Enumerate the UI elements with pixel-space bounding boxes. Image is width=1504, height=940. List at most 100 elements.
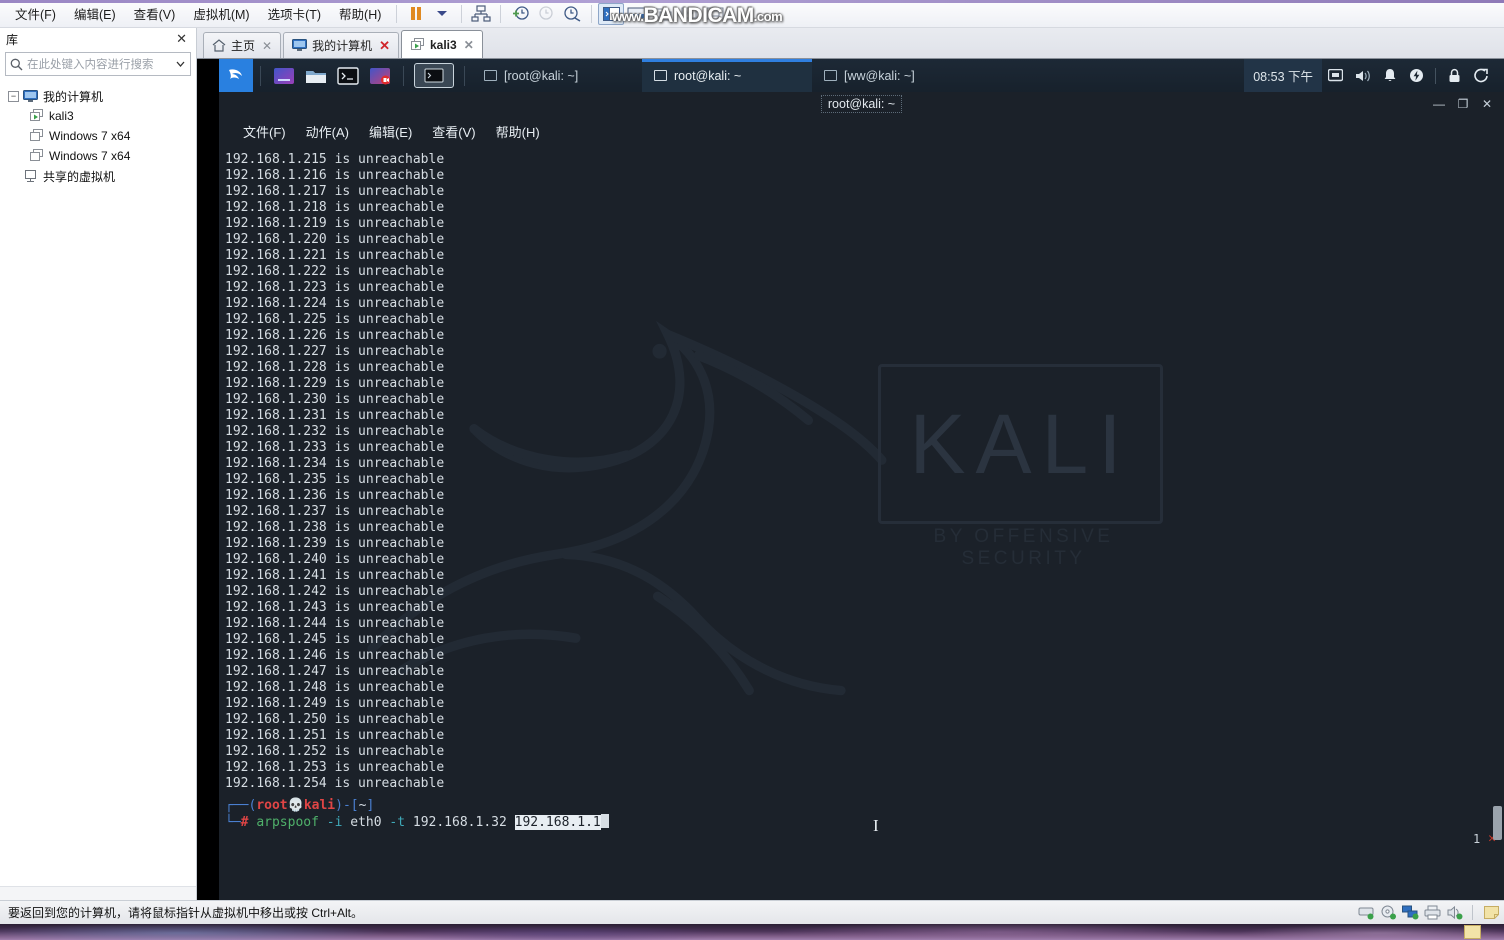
menu-help[interactable]: 帮助(H) xyxy=(330,0,390,27)
vm-display[interactable]: [root@kali: ~] root@kali: ~ [ww@kali: ~]… xyxy=(197,59,1504,900)
content-area: 主页 ✕ 我的计算机 ✕ kali3 ✕ [root@kali: ~] root… xyxy=(197,28,1504,900)
taskbar-label: [ww@kali: ~] xyxy=(844,68,915,83)
network-icon[interactable] xyxy=(1401,905,1419,921)
terminal-scrollbar[interactable] xyxy=(1493,186,1502,844)
terminal-menu-actions[interactable]: 动作(A) xyxy=(296,119,359,144)
show-library-panel-icon[interactable] xyxy=(598,2,625,25)
menu-edit[interactable]: 编辑(E) xyxy=(65,0,125,27)
window-icon xyxy=(484,70,497,81)
vm-running-icon xyxy=(30,109,43,121)
tab-home[interactable]: 主页 ✕ xyxy=(203,32,282,58)
display-icon[interactable] xyxy=(1322,59,1349,92)
power-update-icon[interactable] xyxy=(1403,59,1430,92)
terminal-titlebar[interactable]: root@kali: ~ — ❐ ✕ xyxy=(219,92,1504,116)
tree-label: 我的计算机 xyxy=(43,89,104,104)
kali-menu-icon[interactable] xyxy=(219,59,253,92)
terminal-output-line: 192.168.1.220 is unreachable xyxy=(225,232,445,247)
terminal-output-line: 192.168.1.221 is unreachable xyxy=(225,248,445,263)
notification-bell-icon[interactable] xyxy=(1376,59,1403,92)
selected-argument[interactable]: 192.168.1.1 xyxy=(514,815,601,830)
interface-value: eth0 xyxy=(350,815,382,830)
unity-mode-icon[interactable] xyxy=(650,3,676,25)
snapshot-manager-icon[interactable] xyxy=(468,3,494,25)
fullscreen-icon[interactable] xyxy=(624,3,650,25)
toolbar-separator xyxy=(396,4,398,23)
tree-item-windows7-b[interactable]: Windows 7 x64 xyxy=(0,146,196,166)
manage-snapshots-icon[interactable] xyxy=(559,3,585,25)
menu-vm[interactable]: 虚拟机(M) xyxy=(184,0,258,27)
terminal-output-line: 192.168.1.251 is unreachable xyxy=(225,728,445,743)
logout-icon[interactable] xyxy=(1468,59,1495,92)
terminal-output-line: 192.168.1.252 is unreachable xyxy=(225,744,445,759)
taskbar-item-root-kali-2[interactable]: root@kali: ~ xyxy=(642,59,812,92)
menu-view[interactable]: 查看(V) xyxy=(125,0,185,27)
tab-label: 主页 xyxy=(231,39,256,53)
multi-monitor-icon[interactable] xyxy=(702,3,728,25)
close-icon[interactable]: ✕ xyxy=(173,31,190,47)
close-icon[interactable]: ✕ xyxy=(260,39,272,53)
skull-icon: 💀 xyxy=(287,798,304,813)
terminal-menu-edit[interactable]: 编辑(E) xyxy=(359,119,422,144)
expander-icon[interactable]: − xyxy=(8,90,19,102)
desktop-note-icon xyxy=(1464,925,1481,939)
terminal-screen[interactable]: KALI BY OFFENSIVE SECURITY 192.168.1.215… xyxy=(219,146,1504,900)
application-menubar: 文件(F) 编辑(E) 查看(V) 虚拟机(M) 选项卡(T) 帮助(H) ww… xyxy=(0,0,1504,28)
tab-kali3[interactable]: kali3 ✕ xyxy=(401,30,483,58)
terminal-output-line: 192.168.1.241 is unreachable xyxy=(225,568,445,583)
tab-my-computer[interactable]: 我的计算机 ✕ xyxy=(283,32,399,58)
tree-item-windows7-a[interactable]: Windows 7 x64 xyxy=(0,126,196,146)
sound-icon[interactable] xyxy=(1445,905,1463,921)
vmware-workstation-window: 文件(F) 编辑(E) 查看(V) 虚拟机(M) 选项卡(T) 帮助(H) ww… xyxy=(0,0,1504,924)
terminal-output-line: 192.168.1.248 is unreachable xyxy=(225,680,445,695)
terminal-menu-view[interactable]: 查看(V) xyxy=(422,119,485,144)
minimize-icon[interactable]: — xyxy=(1428,94,1450,114)
close-icon[interactable]: ✕ xyxy=(1476,94,1498,114)
close-icon[interactable]: ✕ xyxy=(377,38,390,54)
prompt-hash: # xyxy=(240,815,249,830)
search-input[interactable]: 在此处键入内容进行搜索 xyxy=(23,56,175,72)
vm-letterbox-gutter xyxy=(197,59,219,900)
vmware-statusbar: 要返回到您的计算机，请将鼠标指针从虚拟机中移出或按 Ctrl+Alt。 xyxy=(0,900,1504,924)
lock-icon[interactable] xyxy=(1441,59,1468,92)
maximize-icon[interactable]: ❐ xyxy=(1452,94,1474,114)
cdrom-icon[interactable] xyxy=(1379,905,1397,921)
menu-file[interactable]: 文件(F) xyxy=(6,0,65,27)
mouse-ibeam-cursor: I xyxy=(873,816,879,835)
command-name: arpspoof xyxy=(256,815,319,830)
chevron-down-icon[interactable] xyxy=(175,60,186,68)
terminal-icon[interactable] xyxy=(335,65,361,87)
menu-tabs[interactable]: 选项卡(T) xyxy=(259,0,330,27)
volume-icon[interactable] xyxy=(1349,59,1376,92)
taskbar-item-ww-kali[interactable]: [ww@kali: ~] xyxy=(812,59,982,92)
shared-vm-icon xyxy=(25,170,36,182)
pause-icon[interactable] xyxy=(403,3,429,25)
taskbar-item-root-kali-1[interactable]: [root@kali: ~] xyxy=(472,59,642,92)
sticky-note-icon[interactable] xyxy=(1482,905,1500,921)
chevron-down-icon[interactable] xyxy=(429,3,455,25)
close-icon[interactable]: ✕ xyxy=(462,38,474,52)
files-blue-icon[interactable] xyxy=(271,65,297,87)
library-sidebar: 库 ✕ 在此处键入内容进行搜索 − 我的计算机 kali3 Windows 7 … xyxy=(0,28,197,900)
tree-item-my-computer[interactable]: − 我的计算机 xyxy=(0,86,196,106)
terminal-menubar: 文件(F) 动作(A) 编辑(E) 查看(V) 帮助(H) xyxy=(219,116,1504,146)
terminal-window-icon[interactable] xyxy=(414,63,454,88)
terminal-output-line: 192.168.1.229 is unreachable xyxy=(225,376,445,391)
screen-record-icon[interactable] xyxy=(367,65,393,87)
harddisk-icon[interactable] xyxy=(1357,905,1375,921)
terminal-output-line: 192.168.1.235 is unreachable xyxy=(225,472,445,487)
terminal-output-line: 192.168.1.231 is unreachable xyxy=(225,408,445,423)
printer-icon[interactable] xyxy=(1423,905,1441,921)
terminal-output-line: 192.168.1.253 is unreachable xyxy=(225,760,445,775)
terminal-menu-file[interactable]: 文件(F) xyxy=(233,119,296,144)
library-search-box[interactable]: 在此处键入内容进行搜索 xyxy=(5,52,191,76)
terminal-menu-help[interactable]: 帮助(H) xyxy=(486,119,550,144)
folder-icon[interactable] xyxy=(303,65,329,87)
vm-tabstrip: 主页 ✕ 我的计算机 ✕ kali3 ✕ xyxy=(197,28,1504,59)
terminal-output-line: 192.168.1.226 is unreachable xyxy=(225,328,445,343)
tree-item-kali3[interactable]: kali3 xyxy=(0,106,196,126)
clock[interactable]: 08:53 下午 xyxy=(1244,59,1322,92)
take-snapshot-icon[interactable] xyxy=(507,3,533,25)
tree-item-shared-vms[interactable]: 共享的虚拟机 xyxy=(0,166,196,186)
scrollbar-thumb[interactable] xyxy=(1493,806,1502,840)
stretch-guest-icon[interactable] xyxy=(676,3,702,25)
